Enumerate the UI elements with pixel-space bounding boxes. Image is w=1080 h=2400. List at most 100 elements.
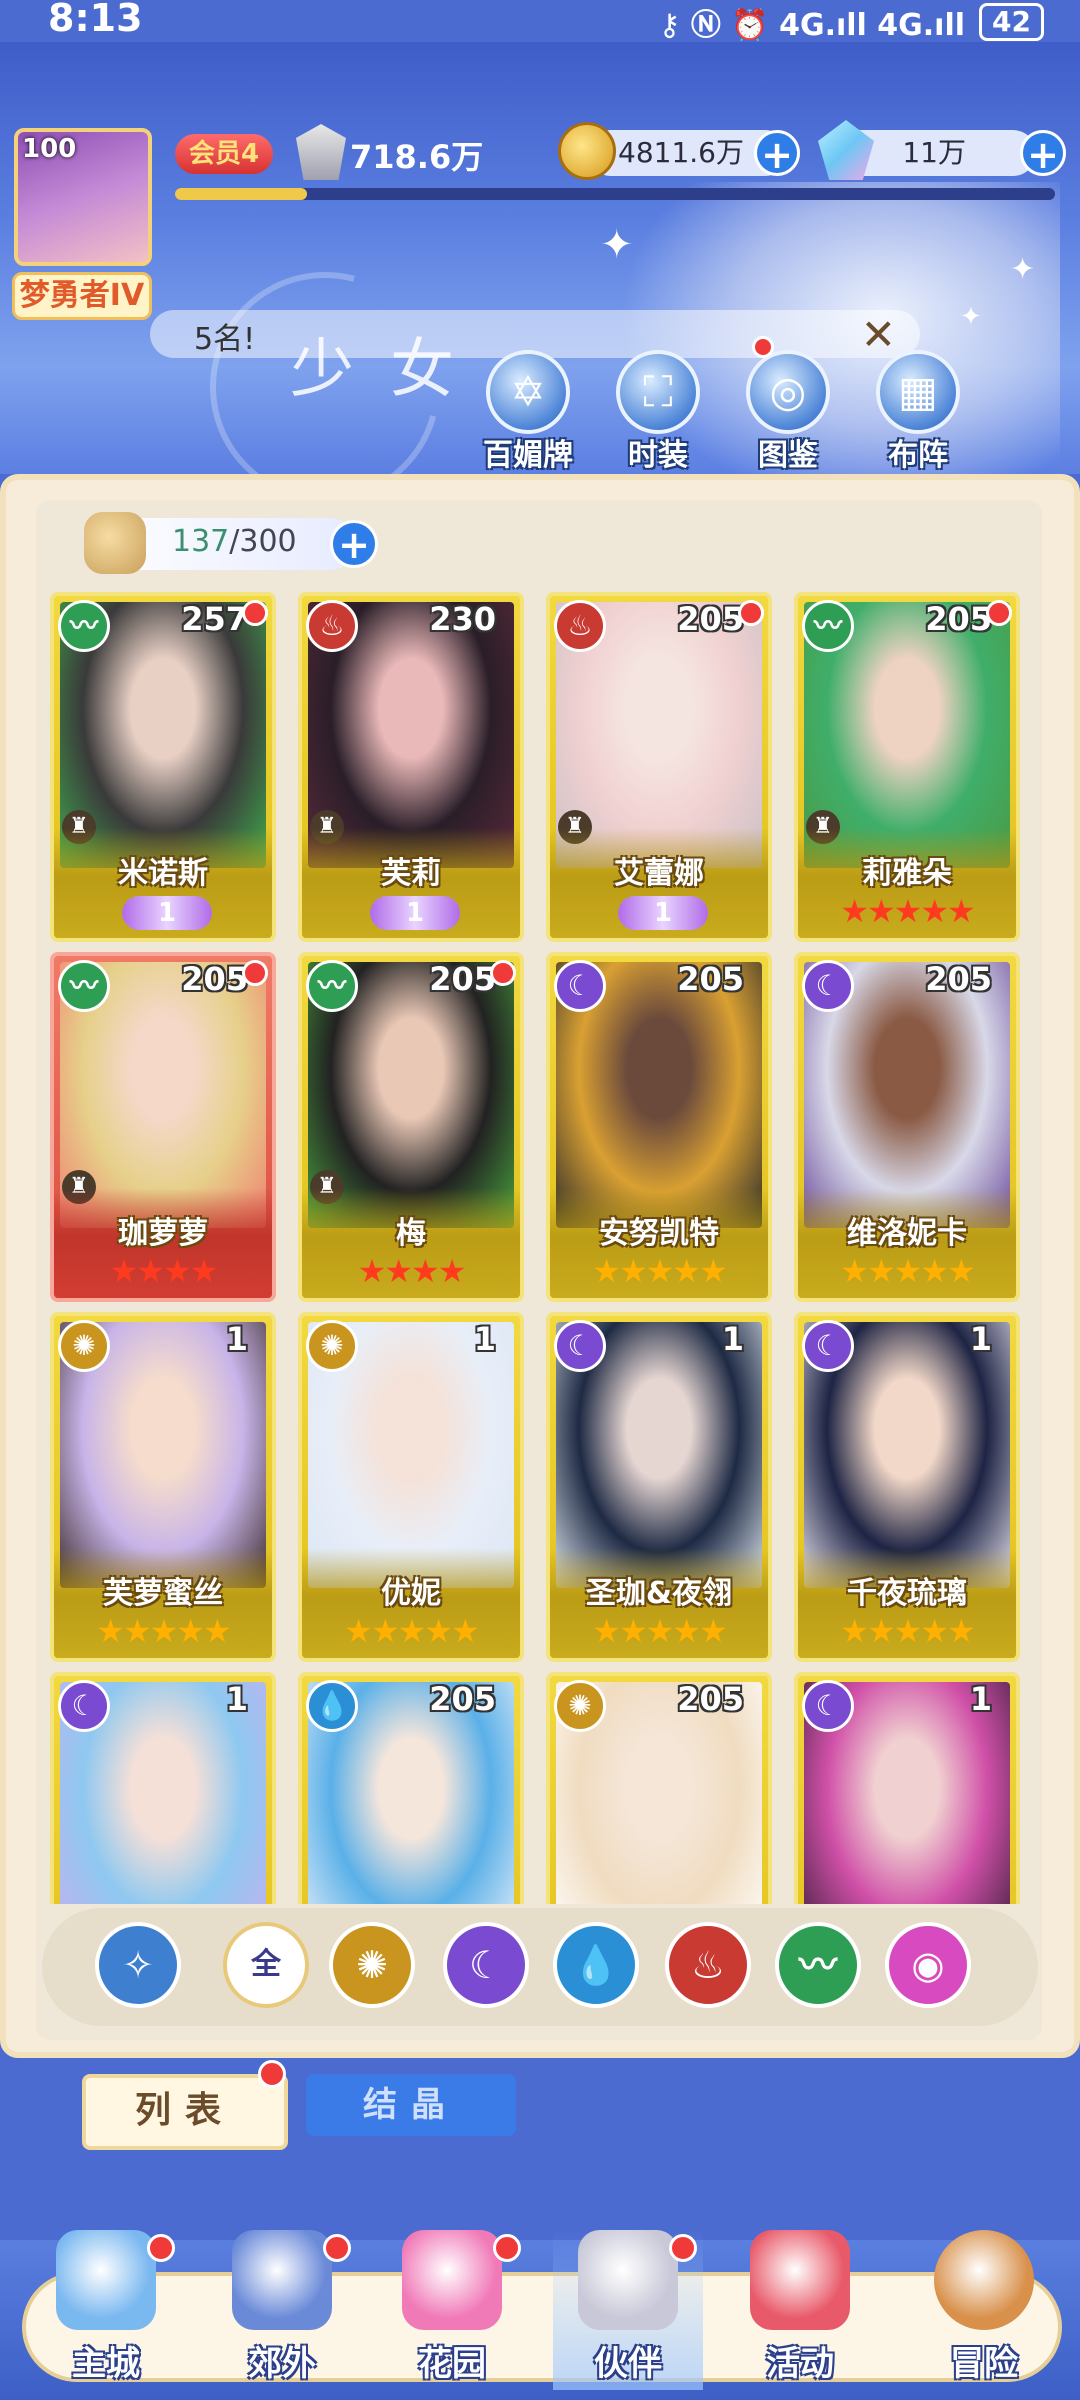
partner-card[interactable]: 〰 205 ♜ 梅 ★★★★ [298, 952, 524, 1302]
star-rating: ★★★★★ [840, 1252, 975, 1290]
partner-name: 珈萝萝 [118, 1216, 208, 1251]
partner-card[interactable]: ✺ 205 [546, 1672, 772, 1904]
notification-dot [323, 2234, 351, 2262]
partner-bag-icon [84, 512, 146, 574]
nav-label: 主城 [72, 2344, 140, 2384]
gold-coin-icon [558, 122, 616, 180]
filter-dark-button[interactable]: ☾ [443, 1922, 529, 2008]
nav-label: 伙伴 [594, 2344, 662, 2384]
partner-card[interactable]: ☾ 1 [50, 1672, 276, 1904]
filter-light-button[interactable]: ✺ [329, 1922, 415, 2008]
partner-card[interactable]: ☾ 1 圣珈&夜翎 ★★★★★ [546, 1312, 772, 1662]
filter-fire-button[interactable]: ♨ [665, 1922, 751, 2008]
banner-title: 少女 [290, 333, 490, 407]
battery-icon: 42 [979, 3, 1044, 41]
partner-icon [578, 2230, 678, 2330]
partner-level: 257 [181, 600, 248, 638]
partner-card[interactable]: ✺ 1 优妮 ★★★★★ [298, 1312, 524, 1662]
partner-card[interactable]: ♨ 230 ♜ 芙莉 1 [298, 592, 524, 942]
partner-name: 维洛妮卡 [847, 1216, 967, 1251]
filter-pink-button[interactable]: ◉ [885, 1922, 971, 2008]
notification-dot [147, 2234, 175, 2262]
partner-level: 1 [721, 1320, 744, 1358]
partner-level: 1 [969, 1680, 992, 1718]
tab-list[interactable]: 列表 [82, 2074, 288, 2150]
partner-level: 205 [677, 1680, 744, 1718]
feature-label: 百媚牌 [483, 438, 573, 473]
filter-water-button[interactable]: 💧 [553, 1922, 639, 2008]
partner-level: 205 [925, 960, 992, 998]
partner-level: 205 [429, 1680, 496, 1718]
nav-0[interactable]: 主城 [31, 2230, 181, 2390]
player-avatar[interactable]: 100 [14, 128, 152, 266]
star-rating: ★★★★★ [840, 1612, 975, 1650]
filter-wind-button[interactable]: 〰 [775, 1922, 861, 2008]
filter-all-button[interactable]: 全 [223, 1922, 309, 2008]
star-rating: ★★★★★ [96, 1612, 231, 1650]
partner-name: 安努凯特 [599, 1216, 719, 1251]
capacity-max: 300 [239, 524, 297, 559]
partner-card[interactable]: 〰 205 ♜ 珈萝萝 ★★★★ [50, 952, 276, 1302]
filter-all-icon: 全 [251, 1947, 281, 1982]
nav-1[interactable]: 郊外 [207, 2230, 357, 2390]
feature-label: 布阵 [888, 438, 948, 473]
water-element-icon: 💧 [306, 1680, 358, 1732]
filter-wing-button[interactable]: ✧ [95, 1922, 181, 2008]
star-rating: ★★★★★ [592, 1252, 727, 1290]
vip-badge[interactable]: 会员4 [175, 134, 274, 174]
filter-pink-icon: ◉ [911, 1943, 945, 1987]
sparkle-icon: ✦ [600, 222, 634, 268]
exp-bar [175, 188, 1055, 200]
tab-crystal[interactable]: 结晶 [306, 2074, 516, 2136]
partner-card[interactable]: ☾ 205 维洛妮卡 ★★★★★ [794, 952, 1020, 1302]
add-gold-button[interactable]: + [754, 130, 800, 177]
filter-light-icon: ✺ [356, 1943, 388, 1987]
dark-element-icon: ☾ [554, 1320, 606, 1372]
partner-card[interactable]: 〰 205 ♜ 莉雅朵 ★★★★★ [794, 592, 1020, 942]
capacity-current: 137 [172, 524, 230, 559]
partner-card[interactable]: ☾ 1 [794, 1672, 1020, 1904]
feature-button-2[interactable]: ◎ 图鉴 [733, 350, 843, 474]
feature-button-3[interactable]: ▦ 布阵 [863, 350, 973, 474]
partner-card[interactable]: ✺ 1 芙萝蜜丝 ★★★★★ [50, 1312, 276, 1662]
capacity-count: 137/300 [172, 524, 297, 559]
wind-element-icon: 〰 [58, 960, 110, 1012]
nav-4[interactable]: 活动 [725, 2230, 875, 2390]
partner-level: 230 [429, 600, 496, 638]
add-gem-button[interactable]: + [1020, 130, 1066, 177]
nav-3[interactable]: 伙伴 [553, 2230, 703, 2390]
notification-dot [242, 960, 268, 986]
partner-card[interactable]: ☾ 1 千夜琉璃 ★★★★★ [794, 1312, 1020, 1662]
nav-5[interactable]: 冒险 [909, 2230, 1059, 2390]
filter-fire-icon: ♨ [690, 1943, 726, 1987]
partner-level: 205 [429, 960, 496, 998]
nav-label: 花园 [418, 2344, 486, 2384]
feature-button-1[interactable]: ⛶ 时装 [603, 350, 713, 474]
partner-name: 千夜琉璃 [847, 1576, 967, 1611]
partner-level: 205 [181, 960, 248, 998]
dark-element-icon: ☾ [554, 960, 606, 1012]
partner-card[interactable]: 〰 257 ♜ 米诺斯 1 [50, 592, 276, 942]
partner-name: 芙萝蜜丝 [103, 1576, 223, 1611]
notification-dot [752, 336, 774, 358]
filter-wing-icon: ✧ [122, 1943, 154, 1987]
sparkle-icon: ✦ [960, 302, 982, 332]
feature-label: 时装 [628, 438, 688, 473]
rank-title[interactable]: 梦勇者IV [12, 272, 152, 320]
fire-element-icon: ♨ [554, 600, 606, 652]
nav-2[interactable]: 花园 [377, 2230, 527, 2390]
awaken-wing-badge: 1 [618, 896, 708, 930]
partner-grid-viewport[interactable]: 〰 257 ♜ 米诺斯 1 ♨ 230 ♜ 芙莉 1 ♨ 205 ♜ 艾蕾娜 1 〰 205 ♜ 莉雅朵 ★★★★★ 〰… [50, 592, 1034, 1904]
partner-card[interactable]: 💧 205 [298, 1672, 524, 1904]
nav-label: 冒险 [950, 2344, 1018, 2384]
expand-capacity-button[interactable]: + [330, 520, 378, 568]
feature-button-0[interactable]: ✡ 百媚牌 [473, 350, 583, 474]
light-element-icon: ✺ [554, 1680, 606, 1732]
outfit-icon: ⛶ [616, 350, 700, 434]
heart-icon [402, 2230, 502, 2330]
partner-level: 205 [677, 600, 744, 638]
partner-card[interactable]: ♨ 205 ♜ 艾蕾娜 1 [546, 592, 772, 942]
gold-value: 4811.6万 [618, 136, 744, 169]
partner-card[interactable]: ☾ 205 安努凯特 ★★★★★ [546, 952, 772, 1302]
sparkle-icon: ✦ [1010, 252, 1036, 287]
